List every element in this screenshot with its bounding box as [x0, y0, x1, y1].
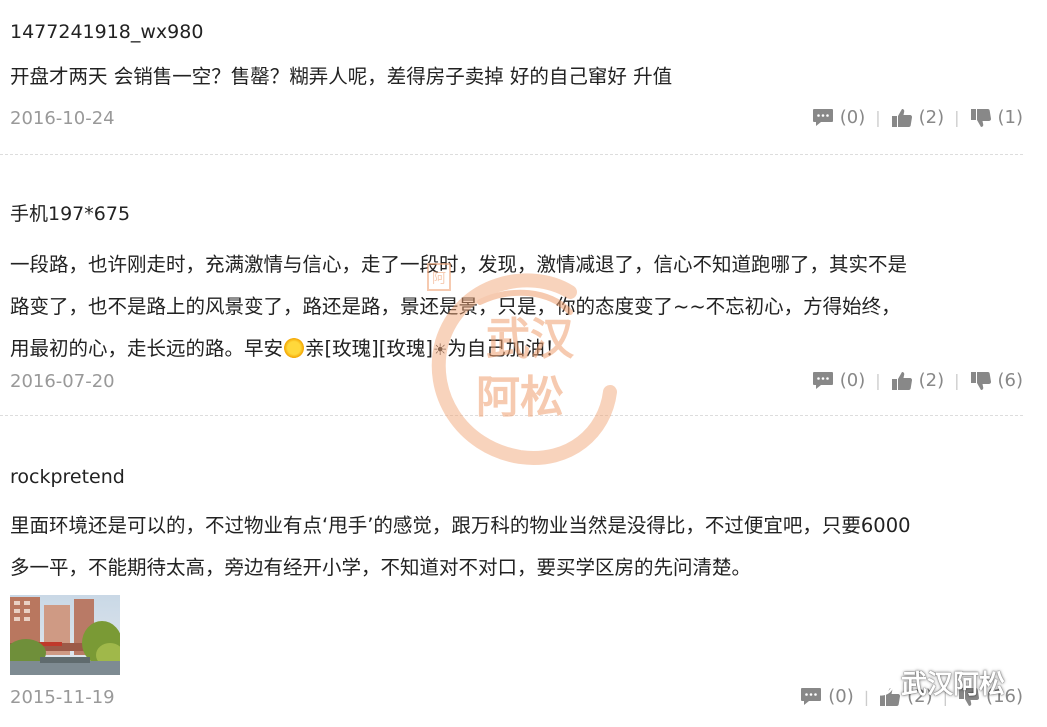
separator: | — [954, 108, 960, 127]
reply-count: (0) — [828, 686, 854, 707]
thumbs-down-icon — [970, 108, 991, 127]
comment-body-line: 里面环境还是可以的，不过物业有点‘甩手’的感觉，跟万科的物业当然是没得比，不过便… — [10, 514, 911, 537]
dislike-count: (1) — [997, 107, 1024, 128]
comment-body-line: 多一平，不能期待太高，旁边有经开小学，不知道对不对口，要买学区房的先问清楚。 — [10, 556, 752, 579]
comment-body: 开盘才两天 会销售一空？售罄？糊弄人呢，差得房子卖掉 好的自己窜好 升值 — [10, 65, 673, 88]
separator: | — [942, 687, 949, 706]
comment-item: 手机197*675 一段路，也许刚走时，充满激情与信心，走了一段时，发现，激情减… — [10, 200, 1023, 371]
comment-body-text: 用最初的心，走长远的路。早安 — [10, 337, 284, 360]
thumbs-up-icon — [880, 687, 901, 706]
comment-date: 2016-10-24 — [10, 108, 115, 129]
reply-button[interactable]: (0) — [812, 370, 866, 391]
comment-body-text: 为自己加油！ — [447, 337, 565, 360]
small-sun-emoji-icon: ☀ — [432, 340, 448, 359]
reply-button[interactable]: (0) — [800, 686, 854, 707]
divider — [0, 415, 1023, 416]
like-count: (2) — [907, 686, 933, 707]
comment-photo-thumbnail[interactable] — [10, 595, 120, 675]
thumbs-up-icon — [891, 371, 912, 390]
like-count: (2) — [918, 107, 945, 128]
divider — [0, 154, 1023, 155]
separator: | — [875, 371, 881, 390]
sun-emoji-icon — [284, 338, 305, 358]
comment-meta: 2016-10-24 (0) | (2) | (1) — [10, 105, 1023, 135]
comment-body-text: 亲[玫瑰][玫瑰] — [305, 337, 433, 360]
comment-meta: 2016-07-20 (0) | (2) | (6) — [10, 368, 1023, 398]
like-button[interactable]: (2) — [879, 686, 933, 707]
comment-actions: (0) | (2) | (1) — [812, 107, 1023, 128]
like-button[interactable]: (2) — [891, 370, 945, 391]
separator: | — [863, 687, 870, 706]
reply-button[interactable]: (0) — [812, 107, 866, 128]
dislike-button[interactable]: (1) — [970, 107, 1024, 128]
comment-item: rockpretend 里面环境还是可以的，不过物业有点‘甩手’的感觉，跟万科的… — [10, 463, 1023, 589]
thumbs-down-icon — [970, 371, 991, 390]
comment-bubble-icon — [801, 687, 822, 705]
comments-page: 1477241918_wx980 开盘才两天 会销售一空？售罄？糊弄人呢，差得房… — [0, 0, 1047, 727]
like-count: (2) — [918, 370, 945, 391]
thumbs-down-icon — [959, 687, 980, 706]
dislike-button[interactable]: (16) — [958, 686, 1023, 707]
comment-bubble-icon — [812, 371, 833, 389]
comment-body: 里面环境还是可以的，不过物业有点‘甩手’的感觉，跟万科的物业当然是没得比，不过便… — [10, 505, 1023, 589]
comment-body-line: 路变了，也不是路上的风景变了，路还是路，景还是景，只是，你的态度变了~~不忘初心… — [10, 295, 901, 318]
dislike-button[interactable]: (6) — [970, 370, 1024, 391]
dislike-count: (16) — [986, 686, 1023, 707]
thumbs-up-icon — [891, 108, 912, 127]
comment-date: 2015-11-19 — [10, 687, 115, 708]
comment-username[interactable]: 1477241918_wx980 — [10, 18, 1023, 46]
comment-actions: (0) | (2) | (16) — [800, 686, 1023, 707]
comment-bubble-icon — [812, 108, 833, 126]
comment-body: 一段路，也许刚走时，充满激情与信心，走了一段时，发现，激情减退了，信心不知道跑哪… — [10, 244, 1023, 371]
like-button[interactable]: (2) — [891, 107, 945, 128]
comment-body-line: 一段路，也许刚走时，充满激情与信心，走了一段时，发现，激情减退了，信心不知道跑哪… — [10, 253, 908, 276]
comment-meta: 2015-11-19 (0) | (2) | (16) — [10, 684, 1023, 714]
comment-item: 1477241918_wx980 开盘才两天 会销售一空？售罄？糊弄人呢，差得房… — [10, 18, 1023, 98]
reply-count: (0) — [839, 370, 866, 391]
comment-date: 2016-07-20 — [10, 371, 115, 392]
comment-username[interactable]: rockpretend — [10, 463, 1023, 491]
separator: | — [875, 108, 881, 127]
reply-count: (0) — [839, 107, 866, 128]
comment-body-line: 用最初的心，走长远的路。早安 亲[玫瑰][玫瑰]☀为自己加油！ — [10, 328, 1023, 371]
separator: | — [954, 371, 960, 390]
dislike-count: (6) — [997, 370, 1024, 391]
comment-actions: (0) | (2) | (6) — [812, 370, 1023, 391]
comment-username[interactable]: 手机197*675 — [10, 200, 1023, 228]
